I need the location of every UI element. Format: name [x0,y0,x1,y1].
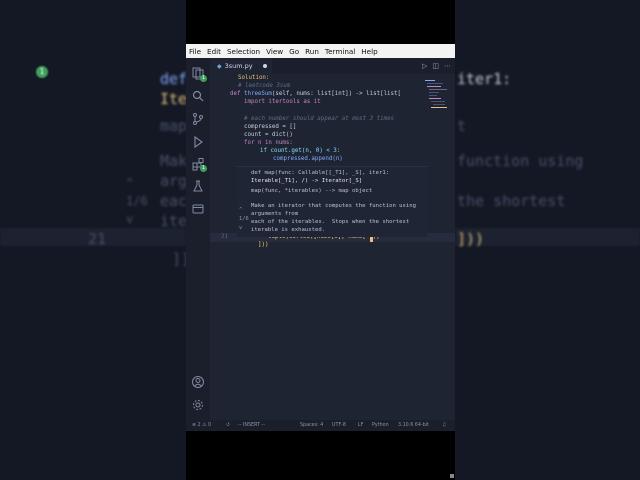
background-chevron-up-icon: ^ [126,176,134,190]
minimap-line [427,83,443,84]
python-interpreter[interactable]: 3.10.6 64-bit [398,423,429,428]
chevron-up-icon[interactable]: ^ [239,207,242,213]
background-text: function using [457,152,584,170]
tab-3sum-py[interactable]: ◆ 3sum.py [210,58,272,74]
menu-run[interactable]: Run [305,47,319,56]
code-line: # leetcode 3sum [238,83,291,89]
split-editor-icon[interactable]: ◫ [432,62,439,70]
background-text: iter1: [457,70,512,88]
tab-label: 3sum.py [224,62,253,70]
background-right: iter1: t function using the shortest ])) [455,0,640,480]
menu-edit[interactable]: Edit [207,47,221,56]
explorer-badge: 1 [200,75,207,82]
source-control-icon[interactable] [191,111,205,125]
vscode-window: File Edit Selection View Go Run Terminal… [186,44,455,431]
menu-help[interactable]: Help [361,47,377,56]
background-text: ])) [457,230,485,248]
notifications-bell-icon[interactable]: ♫ [442,423,446,428]
doc-line: Make an iterator that computes the funct… [251,203,417,209]
background-text: argu [160,172,186,190]
signature-line: map(func, *iterables) --> map object [251,188,373,194]
code-line: ])) [258,242,269,248]
more-actions-icon[interactable]: ⋯ [444,62,451,70]
minimap-line [429,89,447,90]
background-chevron-down-icon: v [126,212,134,226]
indentation[interactable]: Spaces: 4 [300,423,323,428]
code-line: Solution: [238,75,270,81]
doc-line: iterable is exhausted. [251,227,326,233]
language-mode[interactable]: Python [372,423,389,428]
encoding[interactable]: UTF-8 [332,423,346,428]
signature-line: def map(func: Callable[[_T1], _S], iter1… [251,170,390,176]
background-text: map( [160,117,186,135]
minimap-line [433,104,445,105]
background-text: t [457,117,467,135]
minimap-line [429,95,437,96]
run-debug-icon[interactable] [191,134,205,149]
vim-mode: -- INSERT -- [238,423,265,428]
minimap[interactable] [425,78,447,118]
background-badge: 1 [36,66,48,78]
menu-go[interactable]: Go [289,47,299,56]
phone-frame: File Edit Selection View Go Run Terminal… [186,0,455,480]
resize-handle [450,474,454,478]
menu-selection[interactable]: Selection [227,47,260,56]
background-text: each [160,192,186,210]
account-icon[interactable] [191,374,205,388]
code-line: if count.get(n, 0) < 3: [260,148,341,154]
doc-line: arguments from [251,211,299,217]
run-file-icon[interactable]: ▷ [422,62,427,70]
line-number: 21 [221,234,228,240]
settings-gear-icon[interactable] [191,397,205,411]
activity-bar: 1 1 [186,58,210,420]
code-line: compressed.append(n) [273,156,343,162]
end-of-line[interactable]: LF [358,423,363,428]
testing-flask-icon[interactable] [191,178,205,192]
problems-indicator[interactable]: ⊗ 2 ⚠ 0 [192,423,211,428]
doc-line: each of the iterables. Stops when the sh… [251,219,410,225]
menu-terminal[interactable]: Terminal [325,47,355,56]
minimap-line [429,98,441,99]
background-counter: 1/6 [126,194,148,208]
search-icon[interactable] [191,88,205,102]
background-text: def [160,70,186,88]
extensions-badge: 1 [200,165,207,172]
signature-help-tooltip: ^ 1/6 v def map(func: Callable[[_T1], _S… [237,166,427,237]
background-text: 21 [88,230,107,248]
minimap-line [427,86,441,87]
background-left: def Iteral map( Make argu each itera 21 … [0,0,186,480]
history-icon[interactable]: ↺ [226,423,230,428]
code-line: import itertools as it [244,99,321,105]
background-text: itera [160,212,186,230]
menu-file[interactable]: File [189,47,201,56]
status-bar: ⊗ 2 ⚠ 0 ↺ -- INSERT -- Spaces: 4 UTF-8 L… [186,420,455,431]
code-line: def threeSum(self, nums: list[int]) -> l… [230,91,402,97]
menu-view[interactable]: View [266,47,283,56]
remote-explorer-icon[interactable] [191,201,205,215]
editor-actions: ▷ ◫ ⋯ [422,62,451,70]
minimap-line [425,80,435,81]
menu-bar: File Edit Selection View Go Run Terminal… [186,44,455,58]
code-line: count = dict() [244,132,293,138]
background-text: Iteral [160,90,186,108]
minimap-line [431,101,445,102]
signature-counter: 1/6 [239,216,249,222]
unsaved-dot-icon[interactable] [262,64,267,68]
background-text: Make [160,152,186,170]
chevron-down-icon[interactable]: v [239,225,242,231]
background-text: ]]) [172,250,186,268]
minimap-line [431,107,447,108]
signature-line: Iterable[_T1], /) -> Iterator[_S] [251,178,363,184]
python-file-icon: ◆ [217,62,222,70]
code-editor[interactable]: Solution: # leetcode 3sum def threeSum(s… [210,74,455,420]
code-line: compressed = [] [244,124,297,130]
tab-bar: ◆ 3sum.py ▷ ◫ ⋯ [210,58,455,74]
minimap-line [429,92,439,93]
code-line: # each number should appear at most 3 ti… [244,116,395,122]
code-line: for n in nums: [244,140,293,146]
background-text: the shortest [457,192,566,210]
